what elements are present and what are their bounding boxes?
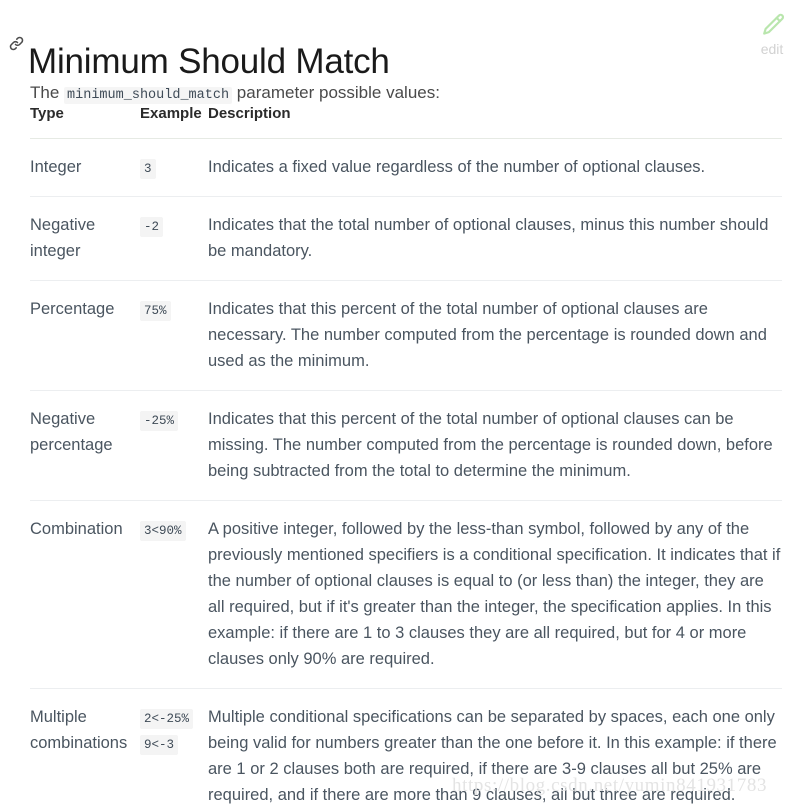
table-header-row: Type Example Description [30, 104, 782, 139]
cell-description: Indicates that the total number of optio… [208, 196, 782, 281]
table-row: Negative integer -2 Indicates that the tot… [30, 196, 782, 281]
parameter-values-table: Type Example Description Integer 3 Indicat… [30, 104, 782, 808]
page-title: Minimum Should Match [28, 42, 390, 82]
cell-type: Negative integer [30, 196, 140, 281]
column-header-type: Type [30, 104, 140, 139]
example-code: 2<-25% [140, 709, 194, 729]
column-header-example: Example [140, 104, 208, 139]
cell-type: Combination [30, 500, 140, 689]
intro-text-after: parameter possible values: [236, 83, 440, 102]
cell-example: 3 [140, 138, 208, 197]
cell-example: -2 [140, 196, 208, 281]
link-icon[interactable] [8, 35, 25, 52]
cell-example: -25% [140, 390, 208, 501]
document-page: Minimum Should Match edit The minimum_sh… [0, 0, 808, 808]
cell-description: A positive integer, followed by the less… [208, 500, 782, 689]
cell-example: 75% [140, 280, 208, 391]
cell-type: Percentage [30, 280, 140, 391]
cell-example: 3<90% [140, 500, 208, 689]
table-row: Combination 3<90% A positive integer, foll… [30, 500, 782, 689]
cell-example: 2<-25% 9<-3 [140, 689, 208, 808]
example-code: 9<-3 [140, 735, 179, 755]
column-header-description: Description [208, 104, 782, 139]
table-head: Type Example Description [30, 104, 782, 139]
edit-label: edit [760, 41, 784, 57]
cell-description: Indicates that this percent of the total… [208, 280, 782, 391]
example-code: 3<90% [140, 521, 186, 541]
table-row: Percentage 75% Indicates that this percent… [30, 280, 782, 391]
cell-type: Multiple combinations [30, 708, 128, 752]
example-code: -2 [140, 217, 164, 237]
example-code: 3 [140, 159, 156, 179]
cell-type: Integer [30, 138, 140, 197]
pencil-icon [759, 10, 785, 40]
watermark: https://blog.csdn.net/yumin841931783 [452, 775, 768, 796]
cell-type: Negative percentage [30, 390, 140, 501]
cell-description: Indicates a fixed value regardless of th… [208, 138, 782, 197]
table-body: Integer 3 Indicates a fixed value regardle… [30, 138, 782, 808]
example-code: 75% [140, 301, 171, 321]
parameter-code: minimum_should_match [64, 87, 233, 104]
table-row: Negative percentage -25% Indicates that th… [30, 390, 782, 501]
table-row: Integer 3 Indicates a fixed value regardle… [30, 138, 782, 197]
edit-button[interactable]: edit [750, 10, 794, 57]
intro-text-before: The [30, 83, 60, 102]
example-code: -25% [140, 411, 179, 431]
cell-description: Indicates that this percent of the total… [208, 390, 782, 501]
